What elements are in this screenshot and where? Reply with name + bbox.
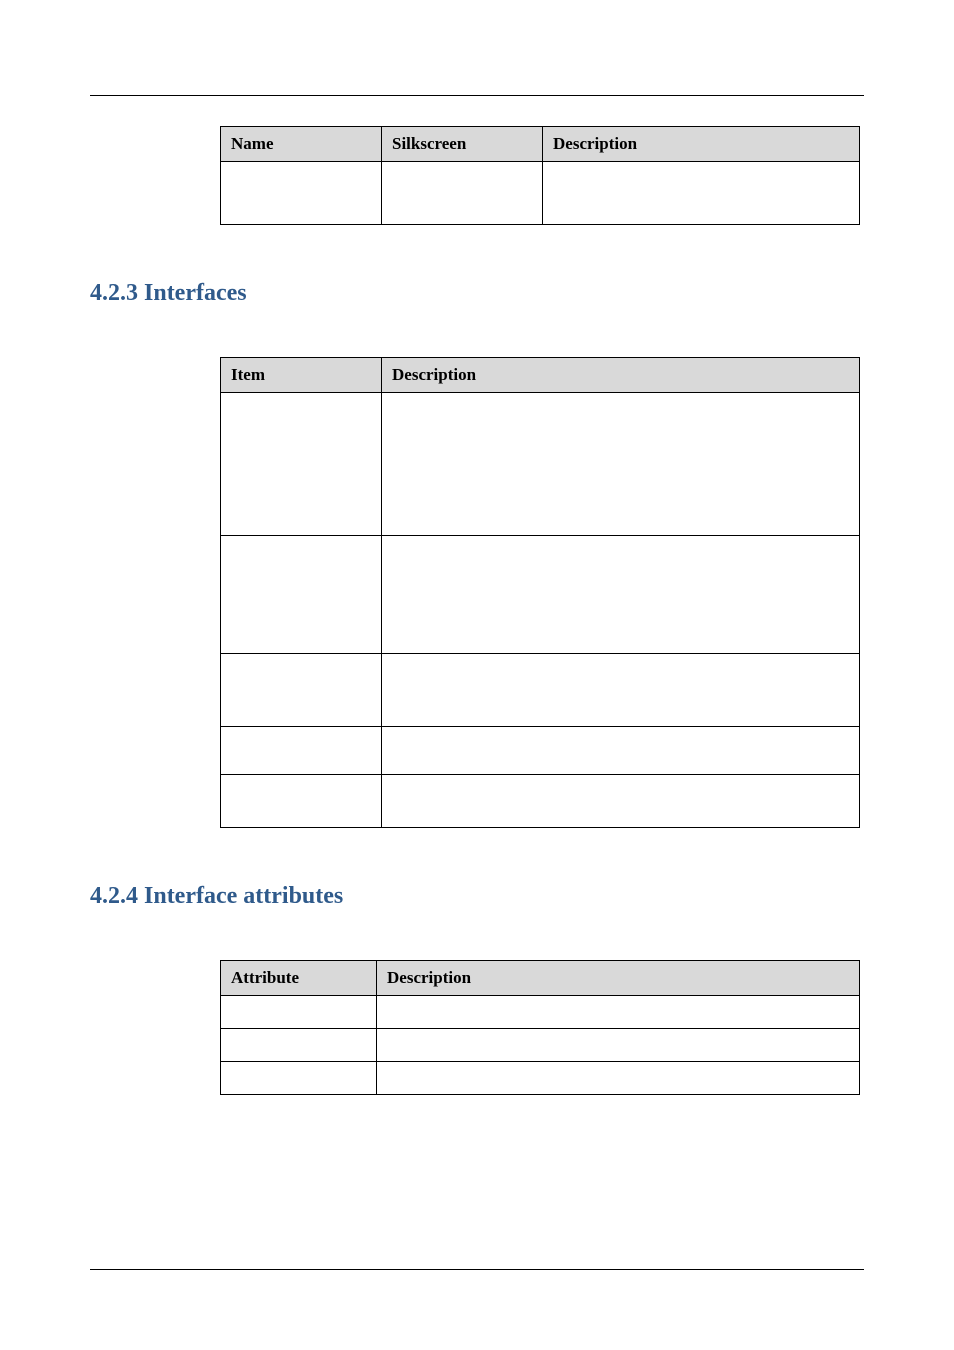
cell — [221, 1029, 377, 1062]
section-heading-interfaces: 4.2.3 Interfaces — [90, 280, 864, 307]
cell — [543, 162, 860, 225]
cell — [221, 775, 382, 828]
cell — [221, 996, 377, 1029]
table-row — [221, 775, 860, 828]
cell — [377, 1029, 860, 1062]
section-number: 4.2.4 — [90, 883, 138, 909]
cell — [221, 162, 382, 225]
table3-header-description: Description — [377, 961, 860, 996]
table-row — [221, 1029, 860, 1062]
table1-wrap: Name Silkscreen Description — [220, 126, 864, 225]
table-row — [221, 162, 860, 225]
table-row — [221, 727, 860, 775]
table2-header-item: Item — [221, 358, 382, 393]
table-name-silkscreen-description: Name Silkscreen Description — [220, 126, 860, 225]
table3-wrap: Attribute Description — [220, 960, 864, 1095]
cell — [377, 996, 860, 1029]
table1-header-silkscreen: Silkscreen — [382, 127, 543, 162]
table-row — [221, 393, 860, 536]
cell — [382, 775, 860, 828]
header-rule — [90, 95, 864, 96]
table1-header-name: Name — [221, 127, 382, 162]
cell — [221, 654, 382, 727]
section-heading-interface-attributes: 4.2.4 Interface attributes — [90, 883, 864, 910]
table-row — [221, 654, 860, 727]
page: Name Silkscreen Description 4.2.3 Interf… — [0, 0, 954, 1095]
table3-header-attribute: Attribute — [221, 961, 377, 996]
section-title: Interfaces — [144, 280, 247, 306]
section-number: 4.2.3 — [90, 280, 138, 306]
cell — [382, 393, 860, 536]
section-title: Interface attributes — [144, 883, 343, 909]
cell — [382, 162, 543, 225]
table1-header-description: Description — [543, 127, 860, 162]
cell — [221, 727, 382, 775]
cell — [221, 393, 382, 536]
cell — [221, 536, 382, 654]
cell — [382, 536, 860, 654]
table-row — [221, 1062, 860, 1095]
table2-header-description: Description — [382, 358, 860, 393]
table-item-description: Item Description — [220, 357, 860, 828]
table-attribute-description: Attribute Description — [220, 960, 860, 1095]
footer-rule — [90, 1269, 864, 1270]
table2-wrap: Item Description — [220, 357, 864, 828]
table-row — [221, 996, 860, 1029]
cell — [377, 1062, 860, 1095]
table-row — [221, 536, 860, 654]
cell — [382, 654, 860, 727]
cell — [221, 1062, 377, 1095]
cell — [382, 727, 860, 775]
